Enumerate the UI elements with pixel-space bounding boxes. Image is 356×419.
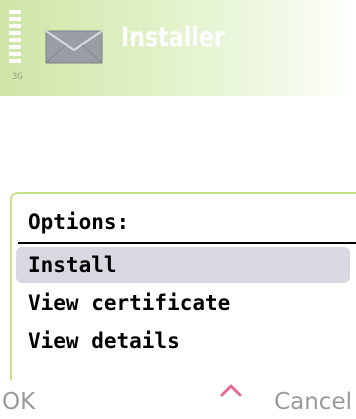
options-popup: Options: Install View certificate View d…: [10, 192, 356, 380]
envelope-icon: [45, 30, 103, 68]
scroll-up-icon: [220, 382, 242, 401]
popup-heading: Options:: [28, 210, 130, 234]
signal-strength-icon: 3G: [9, 10, 35, 94]
ok-softkey[interactable]: OK: [2, 389, 35, 415]
cancel-softkey[interactable]: Cancel: [274, 389, 352, 415]
app-title: Installer: [121, 22, 225, 53]
option-view-details[interactable]: View details: [16, 323, 350, 359]
title-pane: 3G Installer: [0, 0, 356, 96]
signal-label: 3G: [12, 72, 23, 82]
popup-divider: [18, 242, 356, 244]
option-install[interactable]: Install: [16, 247, 350, 283]
option-view-certificate[interactable]: View certificate: [16, 285, 350, 321]
softkey-bar: OK Cancel: [0, 380, 356, 419]
